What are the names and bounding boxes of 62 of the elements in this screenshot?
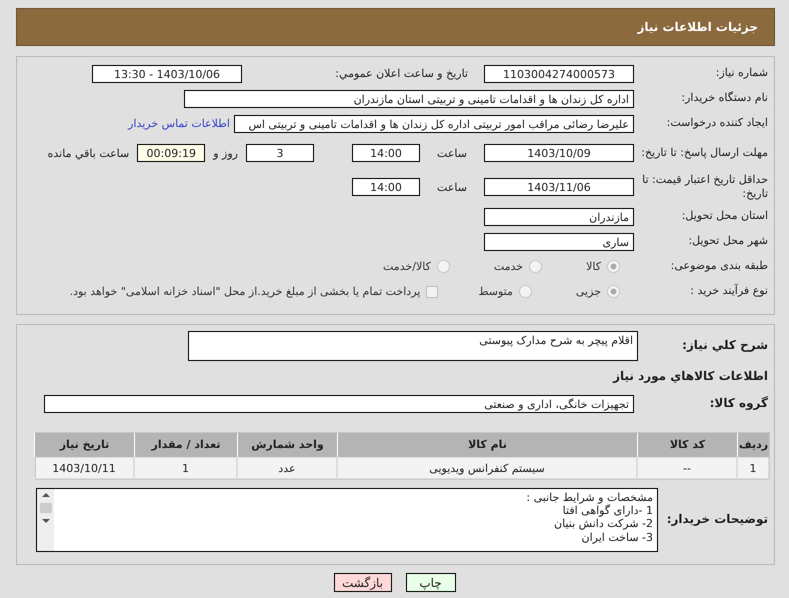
table-cell: عدد: [237, 457, 337, 479]
field-label: استان محل تحویل:: [680, 209, 769, 224]
column-header: واحد شمارش: [237, 433, 337, 457]
announce-date-field: 1403/10/06 - 13:30: [92, 64, 242, 82]
field-label: نوع فرآیند خرید :: [689, 284, 769, 299]
need-number-field: 1103004274000573: [484, 64, 634, 82]
field-label: شماره نیاز:: [714, 66, 769, 81]
table-cell: سیستم کنفرانس ویدیویی: [337, 457, 637, 479]
radio-button[interactable]: [607, 260, 620, 273]
validity-time-field: 14:00: [352, 178, 420, 196]
buyer-contact-link[interactable]: اطلاعات تماس خریدار: [128, 117, 230, 130]
checkbox-label: پرداخت تمام یا بخشی از مبلغ خرید.از محل "اسناد خزانه اسلامی" خواهد بود.: [70, 285, 420, 298]
days-label: روز و: [213, 146, 238, 160]
validity-date-field: 1403/11/06: [484, 178, 634, 196]
table-cell: 1: [134, 457, 237, 479]
option-label: کالا: [586, 260, 601, 273]
back-button[interactable]: بازگشت: [334, 573, 392, 592]
days-field: 3: [246, 144, 314, 162]
print-button[interactable]: چاپ: [406, 573, 456, 592]
description-field: اقلام پیچر به شرح مدارک پیوستی: [188, 331, 638, 361]
buyer-org-field: اداره کل زندان ها و اقدامات تامینی و تربیتی استان مازندران: [184, 90, 634, 108]
radio-button[interactable]: [436, 260, 450, 273]
time-label: ساعت: [436, 146, 468, 160]
checkbox[interactable]: [426, 286, 438, 298]
city-field: ساری: [484, 232, 634, 250]
column-header: تاریخ نیاز: [34, 433, 134, 457]
option-label: جزیی: [576, 285, 601, 298]
field-label: گروه کالا:: [708, 396, 769, 412]
scrollbar[interactable]: [37, 489, 54, 551]
table-cell: --: [637, 457, 737, 479]
page-title: جزئیات اطلاعات نیاز: [637, 20, 758, 34]
field-label: نام دستگاه خریدار:: [680, 91, 769, 106]
time-label: ساعت: [436, 180, 468, 194]
option-label: کالا/خدمت: [383, 260, 431, 273]
field-label: توضیحات خریدار:: [666, 512, 769, 528]
deadline-date-field: 1403/10/09: [484, 144, 634, 162]
deadline-time-field: 14:00: [352, 144, 420, 162]
goods-group-field: تجهیزات خانگی، اداری و صنعتی: [44, 394, 634, 412]
field-label: مهلت ارسال پاسخ: تا تاریخ:: [640, 146, 769, 160]
requester-field: علیرضا رضائی مراقب امور تربیتی اداره کل زندان ها و اقدامات تامینی و تربیتی اس: [234, 114, 634, 132]
table-cell: 1403/10/11: [34, 457, 134, 479]
radio-button[interactable]: [518, 285, 532, 298]
section-heading: اطلاعات کالاهاي مورد نیاز: [612, 368, 769, 385]
table-cell: 1: [737, 457, 769, 479]
radio-button[interactable]: [529, 260, 542, 273]
field-label: حداقل تاریخ اعتبار قیمت: تا تاریخ:: [641, 172, 769, 202]
field-label: طبقه بندی موضوعی:: [670, 259, 769, 274]
remaining-time-field: 00:09:19: [137, 144, 206, 162]
buyer-notes-field: مشخصات و شرایط جانبی : 1 -دارای گواهی افتا 2- شرکت دانش بنیان 3- ساخت ایران: [36, 488, 658, 552]
province-field: مازندران: [484, 208, 634, 226]
column-header: نام کالا: [337, 433, 637, 457]
field-label: ایجاد کننده درخواست:: [666, 116, 769, 131]
option-label: متوسط: [478, 285, 513, 298]
option-label: خدمت: [494, 260, 524, 273]
radio-button[interactable]: [607, 285, 620, 298]
field-label: تاریخ و ساعت اعلان عمومي:: [334, 67, 468, 80]
column-header: تعداد / مقدار: [134, 433, 237, 457]
column-header: کد کالا: [637, 433, 737, 457]
field-label: شرح کلي نیاز:: [681, 338, 769, 354]
remaining-label: ساعت باقي مانده: [48, 146, 130, 160]
column-header: ردیف: [737, 433, 769, 457]
field-label: شهر محل تحویل:: [687, 234, 769, 249]
